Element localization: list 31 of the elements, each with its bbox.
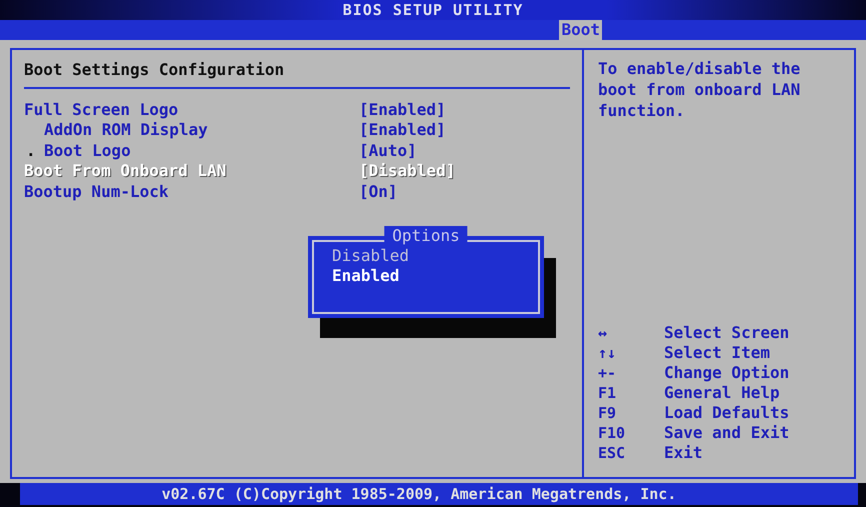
- key-action: Select Item: [664, 343, 771, 363]
- cursor-mark: .: [26, 140, 36, 160]
- key-label: F1: [598, 383, 618, 403]
- setting-label[interactable]: AddOn ROM Display: [44, 120, 359, 140]
- setting-label[interactable]: Boot Logo: [44, 140, 359, 160]
- key-action: Select Screen: [664, 323, 790, 343]
- copyright-text: v02.67C (C)Copyright 1985-2009, American Megatrends, Inc.: [162, 485, 676, 503]
- key-action: Save and Exit: [664, 423, 790, 443]
- key-label: F9: [598, 403, 618, 423]
- key-label: ↔: [598, 323, 608, 343]
- setting-value[interactable]: [Enabled]: [359, 100, 446, 119]
- key-label: ↑↓: [598, 343, 618, 363]
- key-action: General Help: [664, 383, 781, 403]
- setting-value[interactable]: [Enabled]: [359, 120, 446, 140]
- option-item[interactable]: Disabled: [332, 246, 522, 266]
- setting-label[interactable]: Full Screen Logo: [24, 100, 359, 119]
- key-label: ESC: [598, 443, 626, 463]
- key-action: Load Defaults: [664, 403, 790, 423]
- help-text: To enable/disable the boot from onboard LAN function.: [598, 58, 802, 121]
- setting-value[interactable]: [On]: [359, 182, 398, 201]
- option-item[interactable]: Enabled: [332, 266, 522, 286]
- key-label: F10: [598, 423, 626, 443]
- popup-title: Options: [384, 226, 468, 245]
- menu-tab[interactable]: Boot: [559, 20, 602, 40]
- setting-label[interactable]: Bootup Num-Lock: [24, 182, 359, 201]
- window-title: BIOS SETUP UTILITY: [342, 1, 524, 19]
- section-title: Boot Settings Configuration: [24, 60, 570, 89]
- key-action: Change Option: [664, 363, 790, 383]
- key-label: +-: [598, 363, 618, 383]
- key-action: Exit: [664, 443, 704, 463]
- setting-value[interactable]: [Auto]: [359, 140, 417, 160]
